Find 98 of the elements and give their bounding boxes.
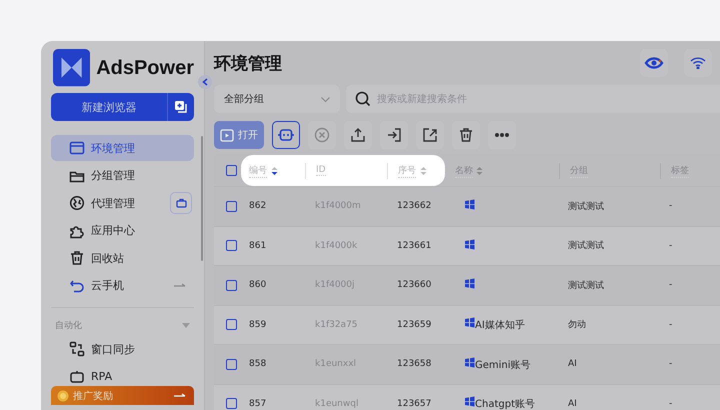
nav-item[interactable]: 代理管理 xyxy=(51,190,194,216)
undo-icon xyxy=(69,278,85,294)
eye-button[interactable] xyxy=(640,49,668,77)
table-cell-text: 123658 xyxy=(397,359,432,370)
sync-icon xyxy=(69,341,85,357)
row-checkbox[interactable] xyxy=(226,240,237,252)
table-cell-text: 858 xyxy=(249,359,268,370)
group-select[interactable]: 全部分组 xyxy=(214,85,340,113)
wifi-button[interactable] xyxy=(684,49,712,77)
windows-icon xyxy=(464,396,475,408)
table-cell-text: 123660 xyxy=(397,280,432,290)
search-icon xyxy=(355,91,371,107)
upload-button[interactable] xyxy=(344,121,372,149)
table-cell-text: 测试测试 xyxy=(568,240,605,252)
page-title: 环境管理 xyxy=(214,52,282,74)
nav-item[interactable]: 环境管理 xyxy=(51,135,194,161)
nav-item[interactable]: 窗口同步 xyxy=(51,336,194,362)
section-label: 自动化 xyxy=(55,320,82,332)
wifi-icon xyxy=(690,57,706,69)
profile-name: Gemini账号 xyxy=(475,360,531,371)
chevron-down-icon xyxy=(321,96,330,102)
table-cell-text: - xyxy=(669,320,674,330)
nav-item[interactable]: RPA xyxy=(51,364,194,386)
nav-item[interactable]: 分组管理 xyxy=(51,162,194,188)
share-button[interactable] xyxy=(416,121,444,149)
table-cell-text: 勿动 xyxy=(568,318,587,332)
table-cell-text: 123659 xyxy=(397,320,432,330)
table-cell-text: 862 xyxy=(249,201,268,212)
table-cell-text: AI xyxy=(568,398,578,409)
table-cell-text: 123657 xyxy=(397,398,432,409)
table-cell-text: - xyxy=(669,398,674,409)
briefcase-button[interactable] xyxy=(170,192,192,214)
windows-icon xyxy=(464,238,475,250)
row-checkbox[interactable] xyxy=(226,200,237,212)
upload-icon xyxy=(350,127,366,143)
collapse-button[interactable] xyxy=(198,75,212,89)
table-cell-text: 测试测试 xyxy=(568,200,605,213)
table-cell-text: 860 xyxy=(249,280,268,290)
table-cell-text: 测试测试 xyxy=(568,280,605,292)
windows-icon xyxy=(464,317,475,328)
table-cell-text: k1eunxxl xyxy=(315,359,358,370)
profile-name: Chatgpt账号 xyxy=(475,399,535,410)
import-button[interactable] xyxy=(380,121,408,149)
promo-text: 推广奖励 xyxy=(73,390,114,402)
windows-icon xyxy=(464,199,475,210)
profile-name: AI媒体知乎 xyxy=(475,320,525,332)
logo-text: AdsPower xyxy=(96,56,194,80)
arrow-icon xyxy=(174,392,186,398)
more-button[interactable] xyxy=(488,121,516,149)
open-button[interactable]: 打开 xyxy=(214,121,264,149)
trash-icon xyxy=(69,250,85,266)
table-cell-text: k1f32a75 xyxy=(315,320,359,330)
table-cell-text: 123662 xyxy=(397,201,432,212)
eye-icon xyxy=(644,55,664,71)
close-icon xyxy=(314,127,330,143)
row-checkbox[interactable] xyxy=(226,358,237,370)
plus-icon xyxy=(174,100,188,114)
table-cell-text: - xyxy=(669,240,674,251)
table-cell-text: 861 xyxy=(249,240,268,251)
logo-icon xyxy=(53,49,90,87)
row-checkbox[interactable] xyxy=(226,398,237,410)
windows-icon xyxy=(464,356,475,368)
table-cell-text: - xyxy=(669,280,674,290)
nav-item[interactable]: 云手机 xyxy=(51,272,194,298)
table-cell-text: AI xyxy=(568,359,578,370)
promo-banner[interactable]: 推广奖励 xyxy=(51,386,194,405)
window-icon xyxy=(69,140,85,156)
new-browser-button[interactable]: 新建浏览器 xyxy=(51,93,168,121)
trash-icon xyxy=(458,127,474,143)
window-icon xyxy=(220,128,234,142)
coin-icon xyxy=(57,390,69,402)
robot-button[interactable] xyxy=(272,121,300,149)
globe-icon xyxy=(69,195,85,211)
row-checkbox[interactable] xyxy=(226,280,237,291)
arrow-icon xyxy=(174,282,186,288)
trash-button[interactable] xyxy=(452,121,480,149)
chevron-left-icon xyxy=(202,78,208,86)
batch-add-button[interactable] xyxy=(168,93,194,121)
robot-icon xyxy=(278,128,294,142)
robot-icon xyxy=(69,368,85,384)
scrollbar[interactable] xyxy=(201,136,203,261)
nav-item[interactable]: 应用中心 xyxy=(51,218,194,244)
briefcase-icon xyxy=(176,198,186,208)
table-cell-text: k1f4000j xyxy=(315,280,356,290)
table-cell-text: k1f4000k xyxy=(315,240,358,251)
table-cell-text: 123661 xyxy=(397,240,432,251)
share-icon xyxy=(422,127,438,143)
table-cell-text: - xyxy=(669,201,674,212)
nav-item[interactable]: 回收站 xyxy=(51,245,194,271)
windows-icon xyxy=(464,278,475,290)
table-cell-text: k1eunwql xyxy=(315,398,360,409)
table-cell-text: k1f4000m xyxy=(315,201,362,212)
select-all-checkbox[interactable] xyxy=(226,165,237,176)
table-cell-text: 859 xyxy=(249,320,268,330)
import-icon xyxy=(386,127,402,143)
table-cell-text: 857 xyxy=(249,398,268,409)
row-checkbox[interactable] xyxy=(226,319,237,330)
table-cell-text: - xyxy=(669,359,674,370)
